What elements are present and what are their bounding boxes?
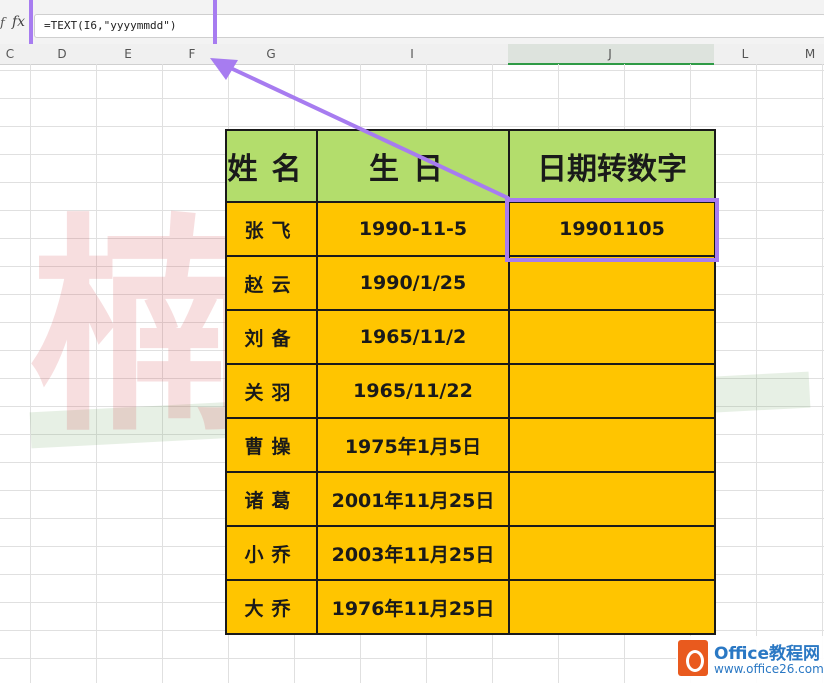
name-cell[interactable]: 赵云 xyxy=(225,255,318,311)
number-cell[interactable] xyxy=(508,363,716,419)
table-row: 关羽 1965/11/22 xyxy=(225,363,716,419)
column-header-m[interactable]: M xyxy=(800,47,820,61)
number-cell[interactable] xyxy=(508,309,716,365)
birthday-cell[interactable]: 1965/11/2 xyxy=(316,309,510,365)
name-cell[interactable]: 大乔 xyxy=(225,579,318,635)
table-row: 大乔 1976年11月25日 xyxy=(225,579,716,635)
result-highlight-box xyxy=(505,198,719,262)
name-cell[interactable]: 张飞 xyxy=(225,201,318,257)
birthday-cell[interactable]: 1990-11-5 xyxy=(316,201,510,257)
birthday-cell[interactable]: 2001年11月25日 xyxy=(316,471,510,527)
header-date-to-number[interactable]: 日期转数字 xyxy=(508,129,716,203)
table-row: 赵云 1990/1/25 xyxy=(225,255,716,311)
column-header-g[interactable]: G xyxy=(261,47,281,61)
logo-url: www.office26.com xyxy=(714,662,824,676)
column-header-c[interactable]: C xyxy=(0,47,20,61)
column-header-d[interactable]: D xyxy=(52,47,72,61)
office-logo-icon xyxy=(678,640,708,676)
table-row: 刘备 1965/11/2 xyxy=(225,309,716,365)
column-header-f[interactable]: F xyxy=(182,47,202,61)
number-cell[interactable] xyxy=(508,579,716,635)
column-header-e[interactable]: E xyxy=(118,47,138,61)
logo-title: Office教程网 xyxy=(714,644,821,664)
number-cell[interactable] xyxy=(508,471,716,527)
birthday-cell[interactable]: 1990/1/25 xyxy=(316,255,510,311)
name-cell[interactable]: 小乔 xyxy=(225,525,318,581)
table-row: 曹操 1975年1月5日 xyxy=(225,417,716,473)
number-cell[interactable] xyxy=(508,255,716,311)
number-cell[interactable] xyxy=(508,417,716,473)
name-box-icon: ƒ xyxy=(0,16,5,31)
number-cell[interactable] xyxy=(508,525,716,581)
column-header-i[interactable]: I xyxy=(402,47,422,61)
table-row: 诸葛 2001年11月25日 xyxy=(225,471,716,527)
name-cell[interactable]: 曹操 xyxy=(225,417,318,473)
name-cell[interactable]: 诸葛 xyxy=(225,471,318,527)
header-name[interactable]: 姓名 xyxy=(225,129,318,203)
birthday-cell[interactable]: 1976年11月25日 xyxy=(316,579,510,635)
column-header-j[interactable]: J xyxy=(600,47,620,61)
birthday-cell[interactable]: 1965/11/22 xyxy=(316,363,510,419)
table-row: 小乔 2003年11月25日 xyxy=(225,525,716,581)
column-header-l[interactable]: L xyxy=(735,47,755,61)
header-birthday[interactable]: 生日 xyxy=(316,129,510,203)
fx-icon[interactable]: fx xyxy=(12,14,25,30)
birthday-cell[interactable]: 1975年1月5日 xyxy=(316,417,510,473)
birthday-cell[interactable]: 2003年11月25日 xyxy=(316,525,510,581)
name-cell[interactable]: 关羽 xyxy=(225,363,318,419)
table-header-row: 姓名 生日 日期转数字 xyxy=(225,129,716,203)
name-cell[interactable]: 刘备 xyxy=(225,309,318,365)
